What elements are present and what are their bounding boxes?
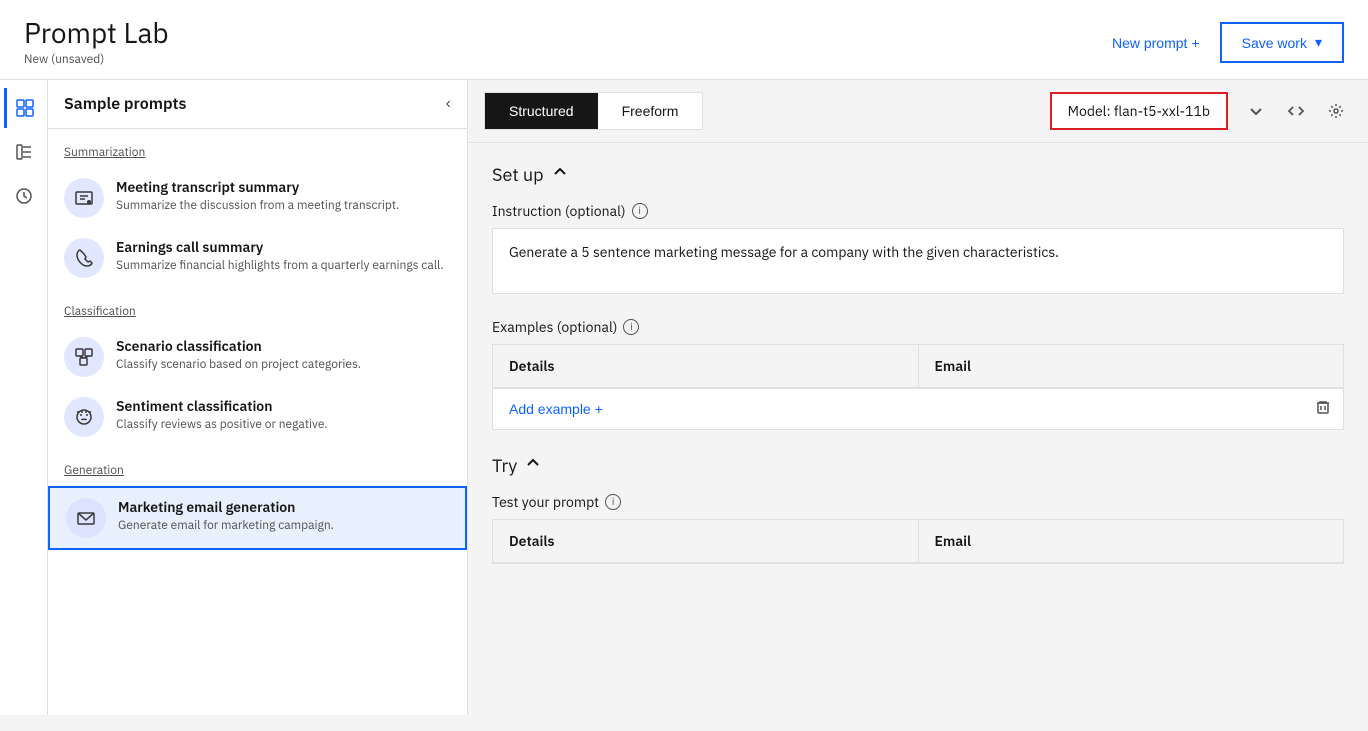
settings-button[interactable] (1320, 95, 1352, 127)
sample-prompts-panel: Sample prompts ‹ Summarization Meet (48, 80, 468, 715)
content-body: Set up Instruction (optional) i Generate… (468, 143, 1368, 715)
save-work-label: Save work (1242, 35, 1307, 51)
sidebar-icons (0, 80, 48, 715)
sidebar-item-history[interactable] (4, 176, 44, 216)
test-prompt-table: Details Email (492, 519, 1344, 564)
code-button[interactable] (1280, 95, 1312, 127)
new-prompt-label: New prompt (1112, 35, 1187, 51)
examples-table: Details Email Add example + (492, 344, 1344, 430)
email-icon (66, 498, 106, 538)
prompt-name: Earnings call summary (116, 238, 444, 256)
meeting-icon (64, 178, 104, 218)
instruction-label: Instruction (optional) (492, 202, 626, 220)
tab-structured[interactable]: Structured (485, 93, 598, 129)
add-example-plus-icon: + (595, 401, 603, 417)
tab-freeform[interactable]: Freeform (598, 93, 703, 129)
prompt-desc: Classify reviews as positive or negative… (116, 417, 327, 434)
prompt-name: Scenario classification (116, 337, 361, 355)
prompt-name: Meeting transcript summary (116, 178, 399, 196)
panel-header: Sample prompts ‹ (48, 80, 467, 129)
sentiment-icon (64, 397, 104, 437)
test-col-details: Details (493, 520, 919, 562)
try-section-header: Try (492, 454, 1344, 477)
prompt-desc: Summarize the discussion from a meeting … (116, 198, 399, 215)
chevron-down-button[interactable] (1240, 95, 1272, 127)
new-prompt-plus-icon: + (1191, 35, 1199, 51)
examples-label-row: Examples (optional) i (492, 318, 1344, 336)
setup-title: Set up (492, 163, 544, 186)
chevron-left-icon: ‹ (446, 95, 451, 112)
app-subtitle: New (unsaved) (24, 52, 169, 67)
main-layout: Sample prompts ‹ Summarization Meet (0, 80, 1368, 715)
list-item[interactable]: Scenario classification Classify scenari… (48, 327, 467, 387)
delete-row-button[interactable] (1315, 399, 1331, 418)
list-item[interactable]: Earnings call summary Summarize financia… (48, 228, 467, 288)
topbar-icons (1240, 95, 1352, 127)
prompt-desc: Classify scenario based on project categ… (116, 357, 361, 374)
list-item[interactable]: Sentiment classification Classify review… (48, 387, 467, 447)
examples-col-details: Details (493, 345, 919, 387)
prompt-desc: Summarize financial highlights from a qu… (116, 258, 444, 275)
app-title: Prompt Lab (24, 16, 169, 50)
examples-table-body-row: Add example + (493, 388, 1343, 429)
sidebar-item-bracket[interactable] (4, 132, 44, 172)
setup-section-header: Set up (492, 163, 1344, 186)
header-actions: New prompt + Save work ▾ (1100, 16, 1344, 63)
panel-content: Summarization Meeting transcript summary… (48, 129, 467, 715)
list-item[interactable]: Meeting transcript summary Summarize the… (48, 168, 467, 228)
category-classification: Classification (48, 288, 467, 327)
add-example-button[interactable]: Add example + (509, 401, 603, 417)
add-example-label: Add example (509, 401, 591, 417)
examples-table-header: Details Email (493, 345, 1343, 388)
category-summarization: Summarization (48, 129, 467, 168)
instruction-info-icon[interactable]: i (632, 203, 648, 219)
examples-info-icon[interactable]: i (623, 319, 639, 335)
examples-col-email: Email (919, 345, 1344, 387)
save-work-button[interactable]: Save work ▾ (1220, 22, 1344, 63)
prompt-desc: Generate email for marketing campaign. (118, 518, 334, 535)
test-prompt-label: Test your prompt (492, 493, 599, 511)
add-example-cell: Add example + (493, 389, 1303, 429)
model-selector[interactable]: Model: flan-t5-xxl-11b (1050, 92, 1228, 130)
scenario-icon (64, 337, 104, 377)
main-content: Structured Freeform Model: flan-t5-xxl-1… (468, 80, 1368, 715)
panel-close-button[interactable]: ‹ (446, 95, 451, 113)
test-col-email: Email (919, 520, 1344, 562)
model-label: Model: flan-t5-xxl-11b (1068, 102, 1210, 120)
new-prompt-button[interactable]: New prompt + (1100, 27, 1212, 59)
try-chevron-icon[interactable] (525, 455, 541, 475)
phone-icon (64, 238, 104, 278)
delete-action-cell (1303, 391, 1343, 426)
test-prompt-label-row: Test your prompt i (492, 493, 1344, 511)
examples-label: Examples (optional) (492, 318, 617, 336)
setup-chevron-icon[interactable] (552, 164, 568, 184)
instruction-textarea[interactable]: Generate a 5 sentence marketing message … (492, 228, 1344, 294)
section-divider: Try Test your prompt i Details (492, 454, 1344, 564)
category-generation: Generation (48, 447, 467, 486)
header-left: Prompt Lab New (unsaved) (24, 16, 169, 67)
test-table-header: Details Email (493, 520, 1343, 563)
content-topbar: Structured Freeform Model: flan-t5-xxl-1… (468, 80, 1368, 143)
prompt-name: Sentiment classification (116, 397, 327, 415)
prompt-name: Marketing email generation (118, 498, 334, 516)
header: Prompt Lab New (unsaved) New prompt + Sa… (0, 0, 1368, 80)
sidebar-item-grid[interactable] (4, 88, 44, 128)
list-item[interactable]: Marketing email generation Generate emai… (48, 486, 467, 550)
save-work-chevron-icon: ▾ (1315, 34, 1322, 51)
instruction-label-row: Instruction (optional) i (492, 202, 1344, 220)
panel-title: Sample prompts (64, 94, 186, 114)
tab-group: Structured Freeform (484, 92, 703, 130)
test-prompt-info-icon[interactable]: i (605, 494, 621, 510)
try-title: Try (492, 454, 517, 477)
